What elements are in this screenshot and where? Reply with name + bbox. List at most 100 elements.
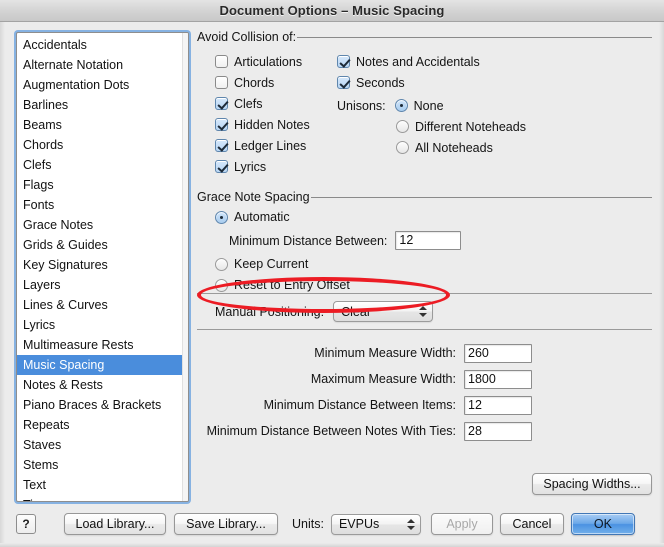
- help-button[interactable]: ?: [16, 514, 36, 534]
- field-input-minimum-measure-width[interactable]: 260: [464, 344, 532, 363]
- options-panel: Avoid Collision of: Articulations Chords C…: [197, 30, 652, 500]
- grace-automatic-radio-row[interactable]: Automatic: [215, 210, 290, 224]
- checkbox-row-clefs[interactable]: Clefs: [215, 93, 310, 114]
- field-label-maximum-measure-width: Maximum Measure Width:: [311, 372, 456, 386]
- sidebar-item-stems[interactable]: Stems: [17, 455, 188, 475]
- unisons-option-first: None: [395, 95, 444, 116]
- avoid-collision-left-column: Articulations Chords Clefs Hidden Notes Ledg…: [215, 51, 310, 177]
- sidebar-item-lines-curves[interactable]: Lines & Curves: [17, 295, 188, 315]
- checkbox-clefs[interactable]: [215, 97, 228, 110]
- unisons-options-rest: Different Noteheads All Noteheads: [396, 116, 526, 158]
- avoid-collision-group-label: Avoid Collision of:: [197, 30, 296, 44]
- sidebar-item-text[interactable]: Text: [17, 475, 188, 495]
- radio-different-noteheads[interactable]: [396, 120, 409, 133]
- window-edge-left: [0, 22, 5, 547]
- checkbox-articulations[interactable]: [215, 55, 228, 68]
- grace-keep-current-radio-row[interactable]: Keep Current: [215, 257, 308, 271]
- load-library-button[interactable]: Load Library...: [64, 513, 166, 535]
- checkbox-label-articulations: Articulations: [234, 55, 302, 69]
- sidebar-item-notes-rests[interactable]: Notes & Rests: [17, 375, 188, 395]
- checkbox-row-notes-and-accidentals[interactable]: Notes and Accidentals: [337, 51, 480, 72]
- units-select[interactable]: EVPUs: [331, 514, 421, 535]
- sidebar-item-beams[interactable]: Beams: [17, 115, 188, 135]
- sidebar-item-clefs[interactable]: Clefs: [17, 155, 188, 175]
- field-input-minimum-distance-between-notes-with-ties[interactable]: 28: [464, 422, 532, 441]
- checkbox-row-hidden-notes[interactable]: Hidden Notes: [215, 114, 310, 135]
- grace-min-distance-input[interactable]: 12: [395, 231, 461, 250]
- grace-note-group-header: Grace Note Spacing: [197, 190, 652, 204]
- sidebar-item-ties[interactable]: Ties: [17, 495, 188, 502]
- sidebar-item-barlines[interactable]: Barlines: [17, 95, 188, 115]
- grace-reset-offset-radio-row[interactable]: Reset to Entry Offset: [215, 278, 350, 292]
- field-label-minimum-distance-between-items: Minimum Distance Between Items:: [264, 398, 456, 412]
- radio-none[interactable]: [395, 99, 408, 112]
- checkbox-row-seconds[interactable]: Seconds: [337, 72, 480, 93]
- radio-label-all-noteheads: All Noteheads: [415, 141, 493, 155]
- radio-row-none[interactable]: None: [395, 95, 444, 116]
- manual-positioning-row: Manual Positioning: Clear: [197, 294, 652, 329]
- spacing-widths-wrap: Spacing Widths...: [532, 473, 652, 495]
- checkbox-chords[interactable]: [215, 76, 228, 89]
- field-row-minimum-distance-between-notes-with-ties: Minimum Distance Between Notes With Ties…: [197, 418, 652, 444]
- sidebar-item-layers[interactable]: Layers: [17, 275, 188, 295]
- grace-reset-offset-radio[interactable]: [215, 279, 228, 292]
- checkbox-row-chords[interactable]: Chords: [215, 72, 310, 93]
- sidebar-item-piano-braces-brackets[interactable]: Piano Braces & Brackets: [17, 395, 188, 415]
- radio-row-different-noteheads[interactable]: Different Noteheads: [396, 116, 526, 137]
- unisons-row: Unisons: None: [337, 95, 526, 116]
- window-title-bar[interactable]: Document Options – Music Spacing: [0, 0, 664, 22]
- radio-row-all-noteheads[interactable]: All Noteheads: [396, 137, 526, 158]
- sidebar-item-key-signatures[interactable]: Key Signatures: [17, 255, 188, 275]
- sidebar-item-flags[interactable]: Flags: [17, 175, 188, 195]
- avoid-collision-group-header: Avoid Collision of:: [197, 30, 652, 44]
- checkbox-row-articulations[interactable]: Articulations: [215, 51, 310, 72]
- manual-positioning-select[interactable]: Clear: [333, 301, 433, 322]
- grace-keep-current-label: Keep Current: [234, 257, 308, 271]
- save-library-button[interactable]: Save Library...: [174, 513, 278, 535]
- sidebar-item-fonts[interactable]: Fonts: [17, 195, 188, 215]
- grace-automatic-radio[interactable]: [215, 211, 228, 224]
- spacing-widths-button[interactable]: Spacing Widths...: [532, 473, 652, 495]
- document-options-dialog: Document Options – Music Spacing Acciden…: [0, 0, 664, 547]
- apply-button[interactable]: Apply: [431, 513, 493, 535]
- sidebar-item-music-spacing[interactable]: Music Spacing: [17, 355, 188, 375]
- field-input-maximum-measure-width[interactable]: 1800: [464, 370, 532, 389]
- sidebar-item-accidentals[interactable]: Accidentals: [17, 35, 188, 55]
- categories-list-scrollbar[interactable]: [182, 33, 188, 501]
- sidebar-item-staves[interactable]: Staves: [17, 435, 188, 455]
- checkbox-ledger-lines[interactable]: [215, 139, 228, 152]
- checkbox-label-hidden-notes: Hidden Notes: [234, 118, 310, 132]
- updown-arrows-icon: [418, 304, 428, 319]
- sidebar-item-grace-notes[interactable]: Grace Notes: [17, 215, 188, 235]
- window-edge-right: [659, 22, 664, 547]
- checkbox-hidden-notes[interactable]: [215, 118, 228, 131]
- grace-note-group-label: Grace Note Spacing: [197, 190, 310, 204]
- categories-list[interactable]: AccidentalsAlternate NotationAugmentatio…: [16, 32, 189, 502]
- sidebar-item-alternate-notation[interactable]: Alternate Notation: [17, 55, 188, 75]
- manual-positioning-value: Clear: [341, 305, 418, 319]
- grace-keep-current-radio[interactable]: [215, 258, 228, 271]
- checkbox-seconds[interactable]: [337, 76, 350, 89]
- categories-list-inner: AccidentalsAlternate NotationAugmentatio…: [17, 33, 188, 502]
- checkbox-label-chords: Chords: [234, 76, 274, 90]
- sidebar-item-multimeasure-rests[interactable]: Multimeasure Rests: [17, 335, 188, 355]
- sidebar-item-augmentation-dots[interactable]: Augmentation Dots: [17, 75, 188, 95]
- radio-label-none: None: [414, 99, 444, 113]
- checkbox-label-seconds: Seconds: [356, 76, 405, 90]
- field-row-minimum-measure-width: Minimum Measure Width:260: [197, 340, 652, 366]
- checkbox-row-ledger-lines[interactable]: Ledger Lines: [215, 135, 310, 156]
- sidebar-item-lyrics[interactable]: Lyrics: [17, 315, 188, 335]
- sidebar-item-grids-guides[interactable]: Grids & Guides: [17, 235, 188, 255]
- cancel-button[interactable]: Cancel: [500, 513, 564, 535]
- checkbox-lyrics[interactable]: [215, 160, 228, 173]
- checkbox-row-lyrics[interactable]: Lyrics: [215, 156, 310, 177]
- grace-reset-offset-label: Reset to Entry Offset: [234, 278, 350, 292]
- checkbox-label-ledger-lines: Ledger Lines: [234, 139, 306, 153]
- radio-all-noteheads[interactable]: [396, 141, 409, 154]
- field-input-minimum-distance-between-items[interactable]: 12: [464, 396, 532, 415]
- sidebar-item-repeats[interactable]: Repeats: [17, 415, 188, 435]
- field-label-minimum-distance-between-notes-with-ties: Minimum Distance Between Notes With Ties…: [207, 424, 456, 438]
- sidebar-item-chords[interactable]: Chords: [17, 135, 188, 155]
- ok-button[interactable]: OK: [571, 513, 635, 535]
- checkbox-notes-and-accidentals[interactable]: [337, 55, 350, 68]
